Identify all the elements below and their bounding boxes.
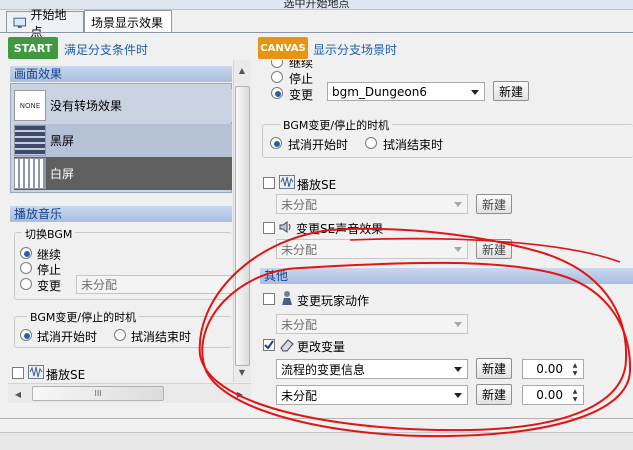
change-player-action-label: 变更玩家动作 bbox=[297, 294, 370, 308]
eraser-icon bbox=[280, 339, 294, 352]
combo-value: 未分配 bbox=[281, 197, 318, 212]
new-bgm-button[interactable]: 新建 bbox=[493, 81, 529, 101]
new-variable-button[interactable]: 新建 bbox=[476, 358, 512, 379]
change-variable-label: 更改变量 bbox=[297, 340, 346, 354]
checkmark-icon bbox=[264, 340, 274, 350]
left-vertical-scrollbar[interactable]: ▲ ▼ bbox=[233, 60, 251, 382]
effect-item-black[interactable]: 黑屏 bbox=[14, 124, 232, 157]
bgm-timing-legend: BGM变更/停止的时机 bbox=[27, 309, 140, 325]
bgm-timing-legend: BGM变更/停止的时机 bbox=[280, 117, 393, 133]
change-se-checkbox[interactable] bbox=[263, 222, 275, 234]
effect-label: 白屏 bbox=[50, 167, 75, 181]
tab-label: 开始地点 bbox=[30, 7, 67, 39]
change-player-action-checkbox[interactable] bbox=[263, 293, 275, 305]
window-titlebar: 选中开始地点 bbox=[0, 0, 633, 10]
spinner-value: 0.00 bbox=[536, 388, 563, 402]
start-caption: 满足分支条件时 bbox=[64, 43, 149, 57]
spin-up-icon[interactable]: ▲ bbox=[569, 388, 581, 395]
window-title: 选中开始地点 bbox=[283, 0, 350, 10]
switch-bgm-legend: 切换BGM bbox=[22, 226, 76, 242]
h-scroll-thumb[interactable]: III bbox=[32, 386, 164, 401]
radio-label: 拭消开始时 bbox=[288, 138, 349, 152]
scroll-down-button[interactable]: ▼ bbox=[234, 364, 250, 380]
black-screen-thumbnail bbox=[14, 125, 46, 156]
spin-down-icon[interactable]: ▼ bbox=[569, 370, 581, 377]
combo-value: bgm_Dungeon6 bbox=[332, 84, 427, 99]
white-screen-thumbnail bbox=[14, 158, 46, 189]
variable-select[interactable]: 流程的变更信息 bbox=[276, 359, 468, 379]
play-se-label: 播放SE bbox=[297, 178, 337, 192]
player-icon bbox=[282, 291, 292, 305]
se-select[interactable]: 未分配 bbox=[276, 194, 468, 214]
other-header: 其他 bbox=[260, 268, 633, 284]
new-change-se-button[interactable]: 新建 bbox=[476, 239, 512, 259]
canvas-badge: CANVAS bbox=[258, 37, 308, 59]
radio-change[interactable] bbox=[271, 87, 283, 99]
combo-value: 未分配 bbox=[281, 388, 318, 403]
player-action-select[interactable]: 未分配 bbox=[276, 314, 468, 334]
tab-divider bbox=[0, 32, 633, 33]
variable-select-2[interactable]: 未分配 bbox=[276, 385, 468, 405]
change-se-label: 变更SE声音效果 bbox=[296, 222, 384, 236]
radio-label: 停止 bbox=[289, 72, 314, 86]
variable-value-spinner[interactable]: 0.00 ▲ ▼ bbox=[522, 359, 584, 379]
bgm-select[interactable]: bgm_Dungeon6 bbox=[327, 82, 485, 101]
variable-value-spinner-2[interactable]: 0.00 ▲ ▼ bbox=[522, 385, 584, 405]
scroll-thumb[interactable] bbox=[235, 86, 250, 366]
monitor-icon bbox=[13, 17, 27, 28]
radio-label: 拭消结束时 bbox=[131, 330, 192, 344]
music-header: 播放音乐 bbox=[10, 206, 232, 222]
play-se-checkbox[interactable] bbox=[12, 367, 24, 379]
radio-wipe-start[interactable] bbox=[20, 329, 32, 341]
left-horizontal-scrollbar[interactable]: ◀ III ▶ bbox=[8, 383, 251, 403]
waveform-icon bbox=[28, 365, 44, 379]
play-se-checkbox[interactable] bbox=[263, 177, 275, 189]
radio-label: 变更 bbox=[37, 279, 62, 293]
radio-label: 变更 bbox=[289, 88, 314, 102]
radio-continue[interactable] bbox=[271, 60, 283, 68]
speaker-icon bbox=[279, 221, 291, 233]
effect-label: 没有转场效果 bbox=[50, 99, 123, 113]
change-se-select[interactable]: 未分配 bbox=[276, 239, 468, 259]
tab-start-location[interactable]: 开始地点 bbox=[6, 8, 84, 39]
radio-continue[interactable] bbox=[20, 247, 32, 259]
none-thumbnail: NONE bbox=[14, 90, 46, 121]
radio-wipe-end[interactable] bbox=[365, 137, 377, 149]
new-variable-button-2[interactable]: 新建 bbox=[476, 384, 512, 405]
combo-value: 未分配 bbox=[281, 317, 318, 332]
scroll-right-button[interactable]: ▶ bbox=[232, 386, 248, 402]
effect-item-none[interactable]: NONE 没有转场效果 bbox=[14, 89, 232, 122]
start-badge: START bbox=[8, 37, 58, 59]
bottom-divider bbox=[0, 418, 633, 419]
combo-value: 未分配 bbox=[81, 278, 118, 292]
scroll-left-button[interactable]: ◀ bbox=[10, 386, 26, 402]
radio-stop[interactable] bbox=[20, 262, 32, 274]
screen-effect-header: 画面效果 bbox=[10, 66, 232, 82]
spin-up-icon[interactable]: ▲ bbox=[569, 362, 581, 369]
new-se-button[interactable]: 新建 bbox=[476, 194, 512, 214]
tab-label: 场景显示效果 bbox=[91, 15, 164, 30]
effect-item-white[interactable]: 白屏 bbox=[14, 157, 232, 190]
radio-label: 拭消开始时 bbox=[37, 330, 98, 344]
radio-stop[interactable] bbox=[271, 71, 283, 83]
radio-change[interactable] bbox=[20, 278, 32, 290]
status-bar bbox=[0, 432, 633, 450]
combo-value: 未分配 bbox=[281, 242, 318, 257]
scroll-up-button[interactable]: ▲ bbox=[234, 62, 250, 78]
radio-wipe-end[interactable] bbox=[114, 329, 126, 341]
spin-down-icon[interactable]: ▼ bbox=[569, 396, 581, 403]
effect-label: 黑屏 bbox=[50, 134, 75, 148]
play-se-label: 播放SE bbox=[46, 368, 86, 382]
tab-scene-effect[interactable]: 场景显示效果 bbox=[84, 10, 172, 33]
change-variable-checkbox[interactable] bbox=[263, 339, 275, 351]
radio-wipe-start[interactable] bbox=[270, 137, 282, 149]
radio-label: 停止 bbox=[37, 263, 62, 277]
combo-value: 流程的变更信息 bbox=[281, 362, 366, 377]
spinner-value: 0.00 bbox=[536, 362, 563, 376]
waveform-icon bbox=[279, 175, 295, 189]
canvas-caption: 显示分支场景时 bbox=[313, 43, 398, 57]
radio-label: 拭消结束时 bbox=[383, 138, 444, 152]
bgm-select[interactable]: 未分配 bbox=[76, 275, 232, 294]
